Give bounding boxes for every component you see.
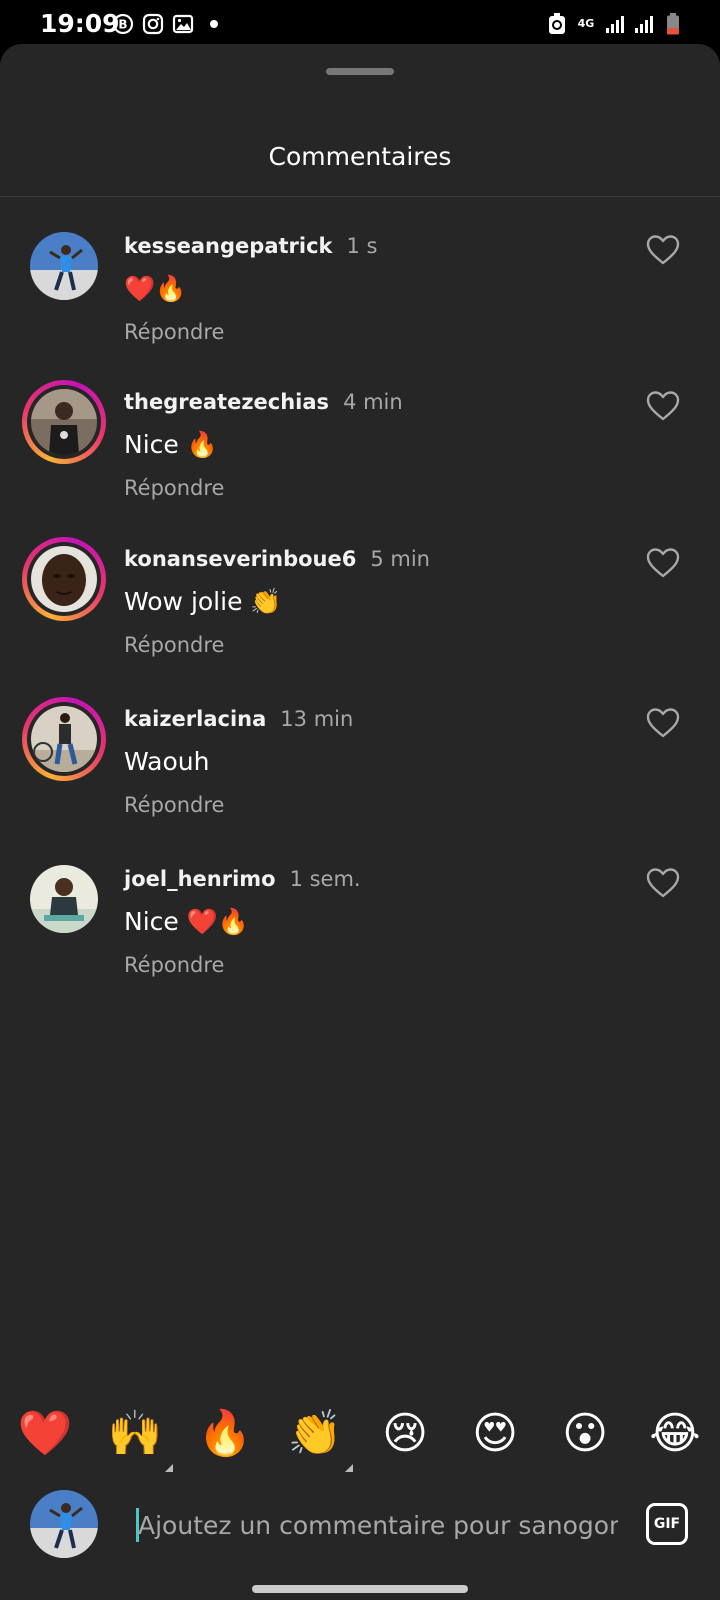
comment-username[interactable]: kaizerlacina <box>124 707 266 731</box>
signal-icon <box>633 13 655 35</box>
comment-meta: kaizerlacina 13 min <box>124 707 353 731</box>
avatar-story-ring[interactable] <box>22 537 106 621</box>
emoji-crying-button[interactable]: 😢 <box>375 1404 435 1464</box>
comment-meta: joel_henrimo 1 sem. <box>124 867 361 891</box>
comment-text: ❤️🔥 <box>124 274 187 303</box>
emoji-heart-button[interactable]: ❤️ <box>15 1404 75 1464</box>
gif-button[interactable]: GIF <box>646 1503 688 1545</box>
comment-time: 5 min <box>370 547 430 571</box>
emoji-heart-eyes-button[interactable]: 😍 <box>465 1404 525 1464</box>
comment-text: Wow jolie 👏 <box>124 587 282 616</box>
comment-item: kesseangepatrick 1 s ❤️🔥 Répondre <box>0 224 720 364</box>
comment-time: 1 sem. <box>289 867 361 891</box>
avatar-photo <box>31 546 97 612</box>
current-user-avatar <box>30 1490 98 1558</box>
emoji-clapping-button[interactable]: 👏 <box>285 1404 353 1472</box>
reply-button[interactable]: Répondre <box>124 953 224 977</box>
signal-icon <box>604 13 626 35</box>
gallery-icon <box>172 13 194 35</box>
comment-meta: konanseverinboue6 5 min <box>124 547 430 571</box>
comment-input[interactable] <box>138 1505 618 1545</box>
reply-button[interactable]: Répondre <box>124 476 224 500</box>
status-time: 19:09 <box>40 9 120 38</box>
comment-item: thegreatezechias 4 min Nice 🔥 Répondre <box>0 380 720 520</box>
comment-text: Waouh <box>124 747 210 776</box>
battery-low-icon <box>662 13 684 35</box>
sheet-title: Commentaires <box>268 142 452 171</box>
header-divider <box>0 196 720 197</box>
comment-username[interactable]: thegreatezechias <box>124 390 329 414</box>
network-4g-icon: 4G <box>575 13 597 35</box>
status-icons-right: 4G <box>546 13 684 35</box>
avatar-ring-gap <box>27 702 101 776</box>
avatar-ring-gap <box>27 542 101 616</box>
notification-dot-icon <box>210 20 218 28</box>
avatar-story-ring[interactable] <box>22 380 106 464</box>
emoji-glyph: 🙌 <box>107 1408 163 1459</box>
comment-text: Nice 🔥 <box>124 430 218 459</box>
avatar-story-ring[interactable] <box>22 697 106 781</box>
avatar-photo <box>31 389 97 455</box>
avatar-photo <box>30 232 98 300</box>
svg-text:B: B <box>118 18 127 32</box>
comment-meta: thegreatezechias 4 min <box>124 390 403 414</box>
home-gesture-bar[interactable] <box>252 1585 468 1593</box>
reply-button[interactable]: Répondre <box>124 320 224 344</box>
b-circle-icon: B <box>112 13 134 35</box>
network-label: 4G <box>577 17 595 30</box>
emoji-raising-hands-button[interactable]: 🙌 <box>105 1404 173 1472</box>
like-heart-icon[interactable] <box>646 547 680 579</box>
like-heart-icon[interactable] <box>646 707 680 739</box>
skin-tone-indicator-icon <box>345 1464 353 1472</box>
skin-tone-indicator-icon <box>165 1464 173 1472</box>
drag-handle[interactable] <box>326 68 394 75</box>
avatar-photo <box>31 706 97 772</box>
comment-time: 1 s <box>346 234 378 258</box>
status-icons-left: B <box>112 13 218 35</box>
like-heart-icon[interactable] <box>646 867 680 899</box>
like-heart-icon[interactable] <box>646 234 680 266</box>
emoji-fire-button[interactable]: 🔥 <box>195 1404 255 1464</box>
emoji-reaction-bar: ❤️ 🙌 🔥 👏 😢 😍 😮 😂 <box>0 1404 720 1472</box>
like-heart-icon[interactable] <box>646 390 680 422</box>
avatar[interactable] <box>22 857 106 941</box>
reply-button[interactable]: Répondre <box>124 633 224 657</box>
comment-meta: kesseangepatrick 1 s <box>124 234 377 258</box>
status-bar: 19:09 B 4G <box>0 0 720 50</box>
avatar-ring-gap <box>27 385 101 459</box>
comment-item: joel_henrimo 1 sem. Nice ❤️🔥 Répondre <box>0 857 720 997</box>
comment-item: konanseverinboue6 5 min Wow jolie 👏 Répo… <box>0 537 720 677</box>
instagram-icon <box>142 13 164 35</box>
comment-item: kaizerlacina 13 min Waouh Répondre <box>0 697 720 837</box>
comment-time: 4 min <box>343 390 403 414</box>
comment-time: 13 min <box>280 707 354 731</box>
emoji-laughing-button[interactable]: 😂 <box>645 1404 705 1464</box>
comment-username[interactable]: konanseverinboue6 <box>124 547 356 571</box>
comment-username[interactable]: joel_henrimo <box>124 867 276 891</box>
comment-username[interactable]: kesseangepatrick <box>124 234 333 258</box>
comment-text: Nice ❤️🔥 <box>124 907 249 936</box>
avatar[interactable] <box>22 224 106 308</box>
recycle-icon <box>546 13 568 35</box>
emoji-surprised-button[interactable]: 😮 <box>555 1404 615 1464</box>
reply-button[interactable]: Répondre <box>124 793 224 817</box>
emoji-glyph: 👏 <box>287 1408 343 1459</box>
avatar-photo <box>30 865 98 933</box>
